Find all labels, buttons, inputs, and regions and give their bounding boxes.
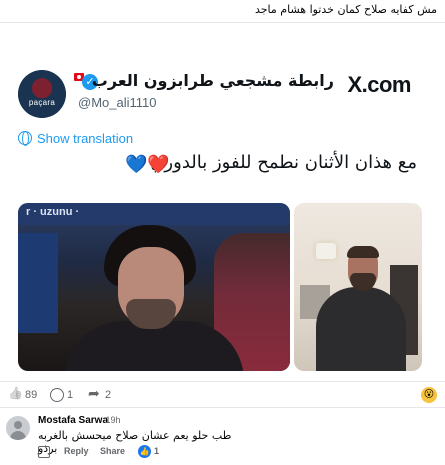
share-count-button[interactable]: 2 bbox=[88, 385, 112, 402]
post-caption: مش كفايه صلاح كمان خدتوا هشام ماجد bbox=[254, 3, 437, 16]
tweet-display-name: رابطة مشجعي طرابزون العرب bbox=[91, 71, 334, 90]
comment-count: 1 bbox=[67, 389, 74, 401]
coach-photo: r · uzunu · bbox=[18, 203, 290, 371]
share-icon bbox=[88, 385, 102, 402]
comment-item: Mostafa Sarwa · 19h طب حلو يعم عشان صلاح… bbox=[0, 410, 445, 465]
comment-like-icon[interactable] bbox=[38, 446, 50, 458]
like-count-button[interactable]: 89 bbox=[8, 388, 37, 402]
tweet-avatar: paçara bbox=[18, 70, 66, 118]
reaction-bar: 89 1 2 😮 bbox=[0, 384, 445, 408]
commenter-name[interactable]: Mostafa Sarwa bbox=[38, 415, 108, 426]
comment-like-count: 1 bbox=[154, 446, 160, 456]
share-button[interactable]: Share bbox=[100, 446, 125, 456]
show-translation-link: Show translation bbox=[18, 131, 133, 146]
avatar-text: paçara bbox=[28, 98, 56, 107]
comment-actions: Reply Share 👍 1 bbox=[38, 445, 238, 460]
reply-button[interactable]: Reply bbox=[64, 446, 89, 456]
heart-emojis: 💙❤️ bbox=[125, 154, 170, 175]
comment-time: · 19h bbox=[100, 415, 121, 425]
x-logo: X.com bbox=[347, 72, 411, 97]
share-count: 2 bbox=[105, 389, 112, 401]
thumbs-up-icon bbox=[8, 388, 22, 402]
comment-icon bbox=[50, 388, 64, 402]
show-translation-label: Show translation bbox=[37, 131, 134, 146]
globe-icon bbox=[18, 131, 32, 146]
tweet-text: مع هذان الأثنان نطمح للفوز بالدوري bbox=[150, 152, 417, 173]
shared-tweet-image[interactable]: paçara ✓ رابطة مشجعي طرابزون العرب @Mo_a… bbox=[0, 22, 445, 382]
banner-text: r · uzunu · bbox=[26, 206, 80, 218]
wow-emoji-icon[interactable]: 😮 bbox=[421, 387, 437, 403]
comment-count-button[interactable]: 1 bbox=[50, 388, 73, 402]
man-photo bbox=[294, 203, 422, 371]
tweet-username: @Mo_ali1110 bbox=[78, 95, 157, 110]
like-count: 89 bbox=[25, 389, 38, 401]
commenter-avatar[interactable] bbox=[6, 416, 30, 440]
stadium-banner: r · uzunu · bbox=[18, 203, 290, 225]
avatar-emblem-icon bbox=[18, 70, 66, 118]
thumbs-up-icon: 👍 bbox=[138, 445, 151, 458]
